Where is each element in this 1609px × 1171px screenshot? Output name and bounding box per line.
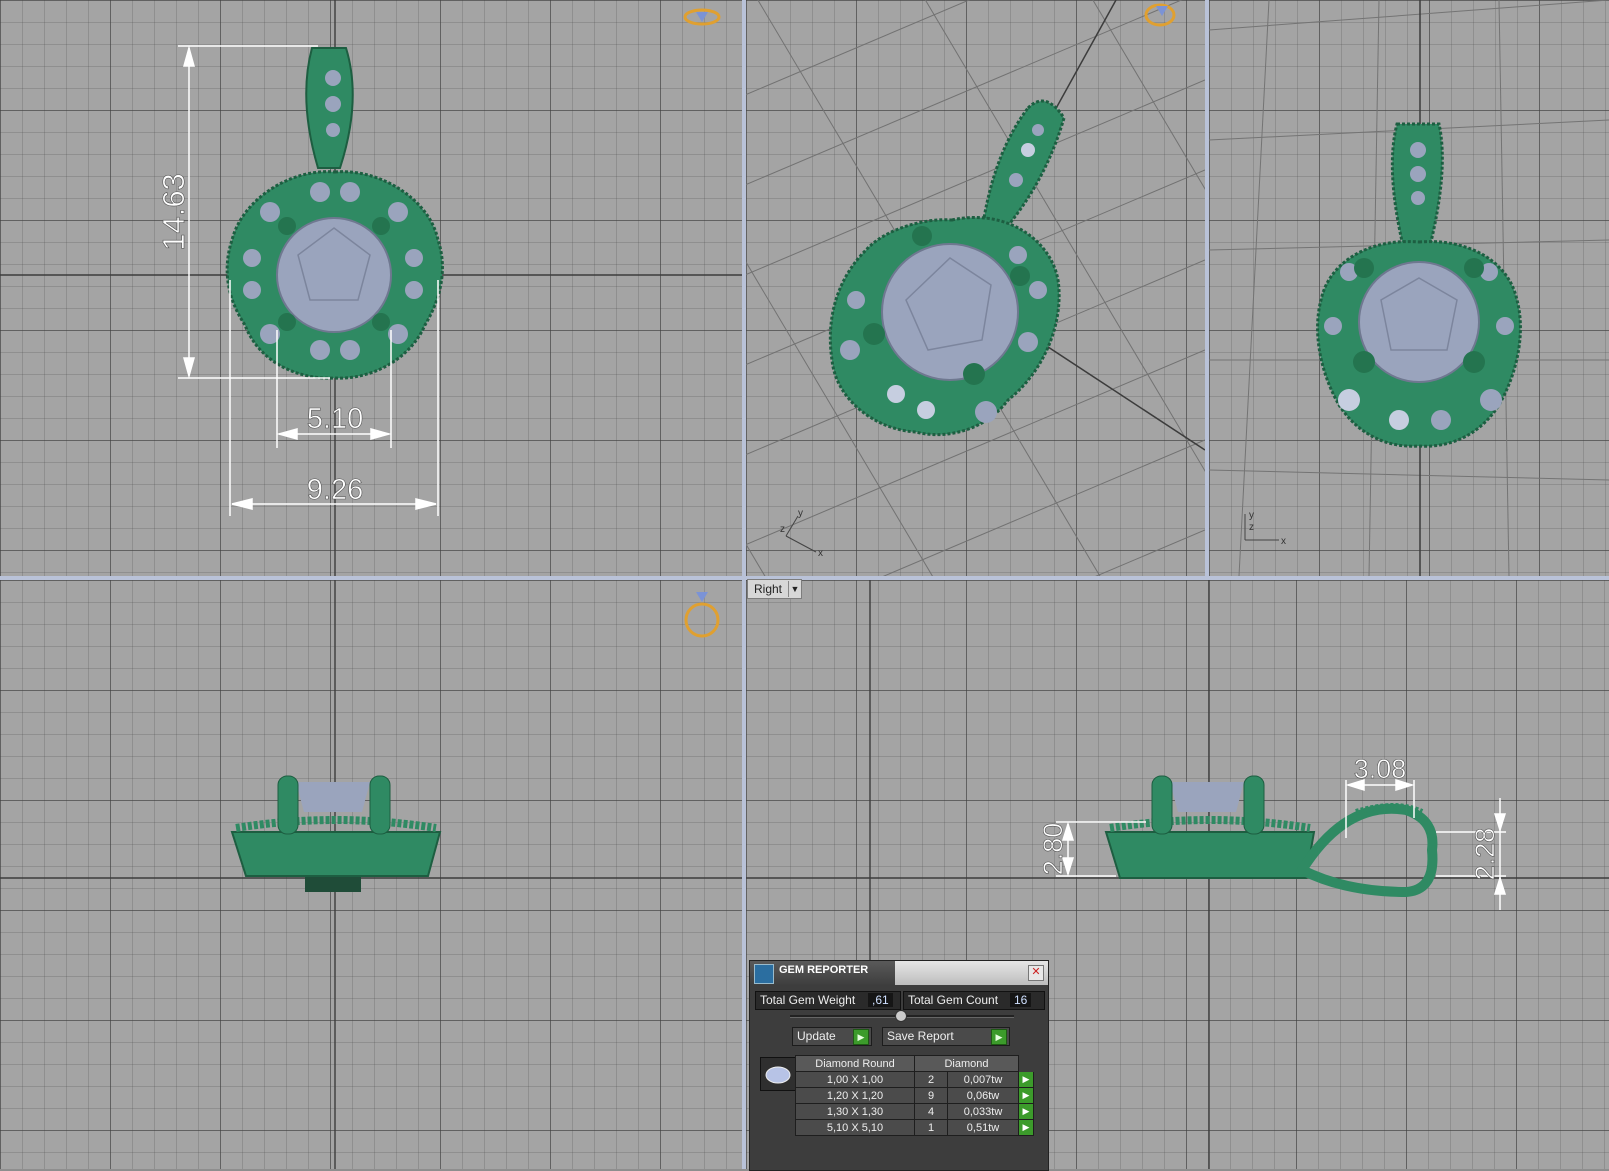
viewport-perspective[interactable]: z y x: [746, 0, 1205, 576]
ring-view-gizmo-icon[interactable]: [683, 8, 721, 26]
update-button[interactable]: Update ▶: [792, 1027, 872, 1046]
play-arrow-icon: ▶: [853, 1029, 869, 1045]
total-gem-weight-field: Total Gem Weight ,61: [755, 991, 901, 1010]
gem-weight-cell: 0,06tw: [947, 1087, 1019, 1104]
axis-z-label: z: [780, 524, 785, 535]
gem-table-header: Diamond Round Diamond: [795, 1055, 1034, 1072]
total-gem-count-field: Total Gem Count 16: [903, 991, 1045, 1010]
perspective-gizmo-icon[interactable]: [1144, 3, 1176, 27]
viewport-side[interactable]: [0, 580, 742, 1169]
axis-x-label-tilted: x: [1281, 536, 1286, 547]
update-button-label: Update: [797, 1029, 836, 1043]
report-icon: [754, 964, 774, 984]
pendant-right-model: [1104, 775, 1438, 898]
viewport-side-canvas: [0, 580, 742, 1169]
gem-reporter-tab[interactable]: GEM REPORTER: [750, 961, 895, 985]
gem-size-cell: 5,10 X 5,10: [795, 1119, 915, 1136]
dimension-center-gem: 5.10: [307, 403, 363, 435]
viewport-front[interactable]: 14.63 5.10 9.26: [0, 0, 742, 576]
panel-size-slider[interactable]: [790, 1010, 1014, 1022]
chevron-down-icon[interactable]: ▼: [788, 581, 801, 597]
gem-count-cell: 2: [914, 1071, 948, 1088]
gem-count-cell: 1: [914, 1119, 948, 1136]
viewport-divider-horizontal[interactable]: [0, 576, 1609, 580]
gem-weight-cell: 0,033tw: [947, 1103, 1019, 1120]
axis-y-label-tilted: y: [1249, 510, 1254, 521]
table-row[interactable]: 1,30 X 1,30 4 0,033tw ▶: [795, 1103, 1034, 1120]
save-report-button-label: Save Report: [887, 1029, 954, 1043]
select-gem-arrow-icon[interactable]: ▶: [1018, 1119, 1034, 1136]
table-row[interactable]: 5,10 X 5,10 1 0,51tw ▶: [795, 1119, 1034, 1136]
pendant-front-model: [225, 47, 444, 380]
gem-count-cell: 9: [914, 1087, 948, 1104]
gem-reporter-title: GEM REPORTER: [779, 964, 869, 976]
dimension-setting-height: 2.80: [1038, 823, 1068, 876]
axis-z-label-tilted: z: [1249, 522, 1254, 533]
pendant-tilted-model: [1316, 122, 1522, 448]
round-gem-thumbnail-icon: [760, 1057, 796, 1091]
gem-size-cell: 1,20 X 1,20: [795, 1087, 915, 1104]
slider-handle[interactable]: [895, 1010, 907, 1022]
viewport-perspective-canvas: z y x: [746, 0, 1205, 576]
axis-triad-perspective: z y x: [780, 508, 823, 559]
close-icon[interactable]: ✕: [1028, 965, 1044, 981]
axis-y-label: y: [798, 508, 803, 519]
viewport-divider-vertical-top[interactable]: [1205, 0, 1209, 576]
select-gem-arrow-icon[interactable]: ▶: [1018, 1103, 1034, 1120]
gem-reporter-panel: GEM REPORTER ✕ Total Gem Weight ,61 Tota…: [749, 960, 1049, 1171]
dimension-width: 9.26: [307, 474, 363, 506]
viewport-divider-vertical[interactable]: [742, 0, 746, 1169]
view-selector[interactable]: Right ▼: [747, 579, 803, 599]
gem-type-header: Diamond: [914, 1055, 1019, 1072]
gem-weight-cell: 0,007tw: [947, 1071, 1019, 1088]
axis-triad-tilted: y z x: [1244, 510, 1286, 547]
pendant-perspective-model: [828, 99, 1066, 437]
gem-size-cell: 1,30 X 1,30: [795, 1103, 915, 1120]
total-gem-weight-label: Total Gem Weight: [760, 993, 856, 1007]
gem-reporter-titlebar[interactable]: GEM REPORTER ✕: [750, 961, 1048, 985]
ring-side-gizmo-icon[interactable]: [684, 592, 720, 638]
pendant-side-model: [230, 775, 442, 892]
viewport-front-canvas: 14.63 5.10 9.26: [0, 0, 742, 576]
gem-weight-cell: 0,51tw: [947, 1119, 1019, 1136]
total-gem-count-value: 16: [1010, 993, 1032, 1007]
select-gem-arrow-icon[interactable]: ▶: [1018, 1087, 1034, 1104]
view-selector-value: Right: [754, 582, 783, 596]
gem-table: Diamond Round Diamond 1,00 X 1,00 2 0,00…: [795, 1055, 1034, 1136]
play-arrow-icon: ▶: [991, 1029, 1007, 1045]
dimension-bail-height: 2.28: [1470, 828, 1500, 881]
gem-shape-header: Diamond Round: [795, 1055, 915, 1072]
gem-count-cell: 4: [914, 1103, 948, 1120]
save-report-button[interactable]: Save Report ▶: [882, 1027, 1010, 1046]
table-row[interactable]: 1,00 X 1,00 2 0,007tw ▶: [795, 1071, 1034, 1088]
dimension-height: 14.63: [156, 173, 191, 251]
total-gem-weight-value: ,61: [868, 993, 893, 1007]
gem-size-cell: 1,00 X 1,00: [795, 1071, 915, 1088]
total-gem-count-label: Total Gem Count: [908, 993, 999, 1007]
select-gem-arrow-icon[interactable]: ▶: [1018, 1071, 1034, 1088]
table-row[interactable]: 1,20 X 1,20 9 0,06tw ▶: [795, 1087, 1034, 1104]
axis-x-label: x: [818, 548, 823, 559]
viewport-tilted[interactable]: y z x: [1209, 0, 1609, 576]
viewport-tilted-canvas: y z x: [1209, 0, 1609, 576]
dimension-bail-width: 3.08: [1354, 754, 1407, 784]
